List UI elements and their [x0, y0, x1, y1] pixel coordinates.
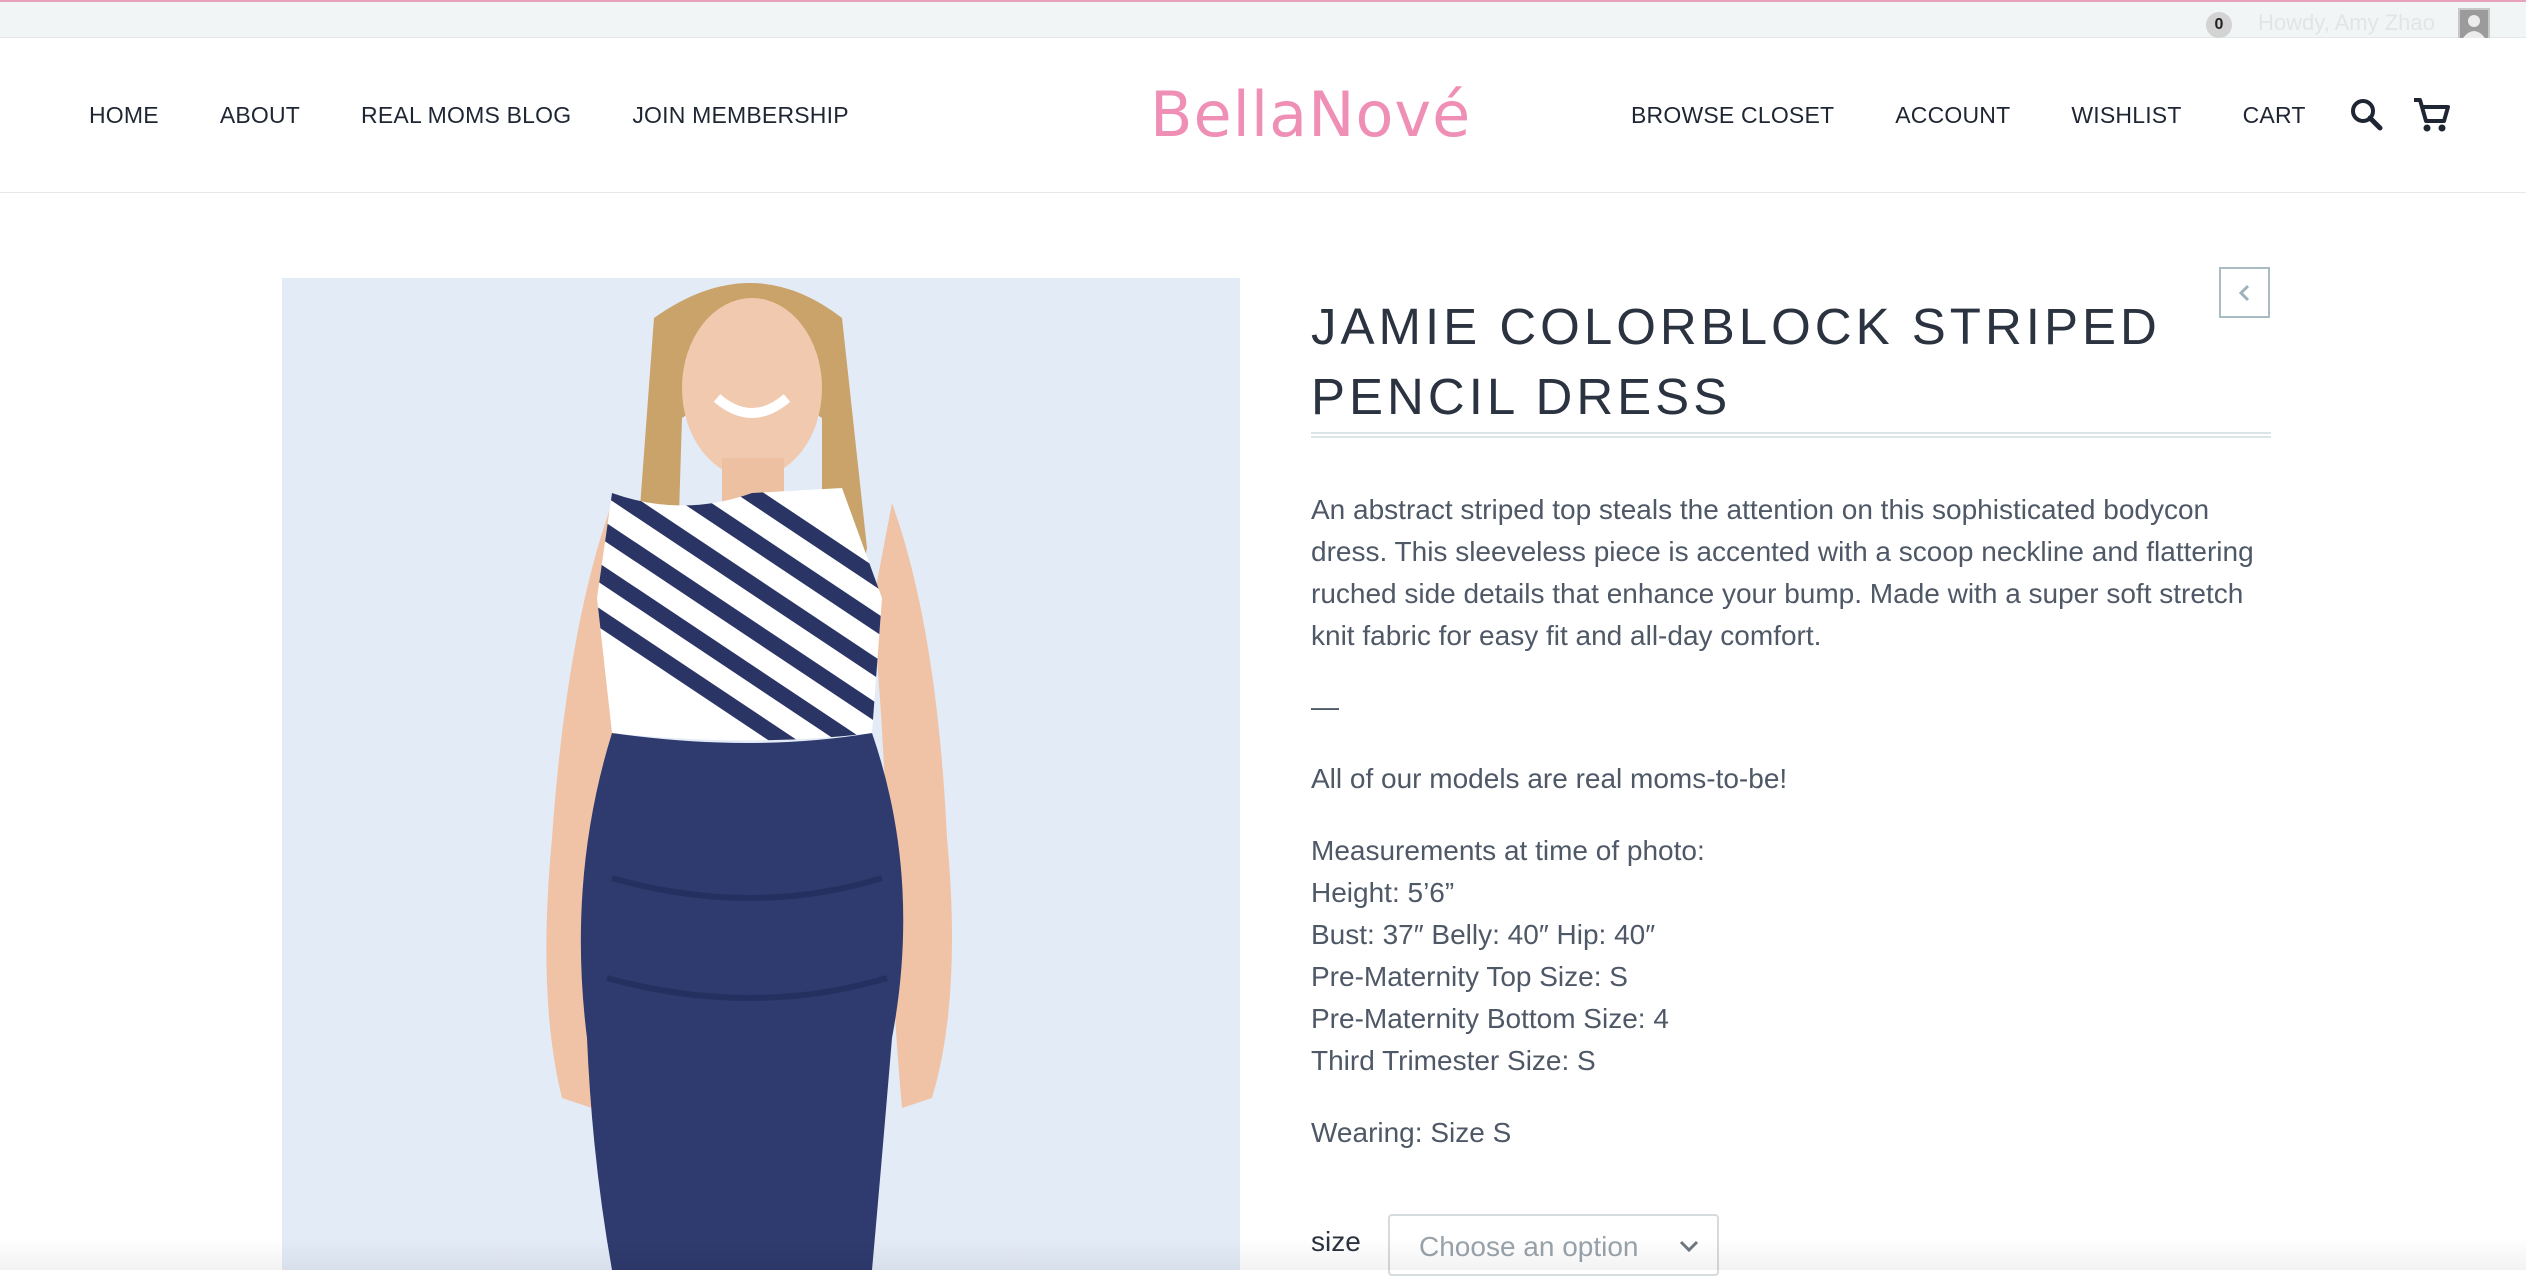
measurements-heading: Measurements at time of photo:: [1311, 835, 1705, 866]
site-header: HOME ABOUT REAL MOMS BLOG JOIN MEMBERSHI…: [0, 38, 2526, 193]
primary-nav-right: BROWSE CLOSET ACCOUNT WISHLIST CART: [1631, 38, 2367, 193]
measurement-trimester-size: Third Trimester Size: S: [1311, 1045, 1596, 1076]
product-title: JAMIE COLORBLOCK STRIPED PENCIL DRESS: [1311, 298, 2161, 426]
models-note: All of our models are real moms-to-be!: [1311, 763, 1788, 794]
separator-dash: —: [1311, 691, 1339, 722]
chevron-down-icon: [1679, 1240, 1699, 1253]
nav-cart[interactable]: CART: [2243, 102, 2306, 129]
measurements-block: Measurements at time of photo: Height: 5…: [1311, 830, 2271, 1082]
primary-nav-left: HOME ABOUT REAL MOMS BLOG JOIN MEMBERSHI…: [89, 38, 910, 193]
admin-bar: 0 Howdy, Amy Zhao: [0, 0, 2526, 40]
cart-icon[interactable]: [2411, 94, 2453, 136]
nav-join-membership[interactable]: JOIN MEMBERSHIP: [632, 102, 848, 129]
nav-browse-closet[interactable]: BROWSE CLOSET: [1631, 102, 1834, 129]
nav-account[interactable]: ACCOUNT: [1895, 102, 2010, 129]
site-logo[interactable]: BellaNové: [1150, 78, 1471, 151]
size-label: size: [1311, 1226, 1361, 1257]
admin-greeting[interactable]: Howdy, Amy Zhao: [2258, 10, 2435, 36]
measurement-bottom-size: Pre-Maternity Bottom Size: 4: [1311, 1003, 1669, 1034]
measurement-height: Height: 5’6”: [1311, 877, 1455, 908]
title-divider: [1311, 432, 2271, 438]
back-button[interactable]: [2219, 267, 2270, 318]
nav-real-moms-blog[interactable]: REAL MOMS BLOG: [361, 102, 571, 129]
cart-count-badge[interactable]: 0: [2206, 12, 2232, 38]
product-image[interactable]: [282, 278, 1240, 1270]
measurement-bust-belly-hip: Bust: 37″ Belly: 40″ Hip: 40″: [1311, 919, 1656, 950]
size-select-value: Choose an option: [1419, 1231, 1639, 1262]
product-description: An abstract striped top steals the atten…: [1311, 494, 2254, 651]
nav-home[interactable]: HOME: [89, 102, 159, 129]
nav-about[interactable]: ABOUT: [220, 102, 300, 129]
user-avatar-icon[interactable]: [2458, 8, 2490, 40]
measurement-top-size: Pre-Maternity Top Size: S: [1311, 961, 1628, 992]
chevron-left-icon: [2238, 284, 2249, 301]
wearing-size: Wearing: Size S: [1311, 1117, 1512, 1148]
search-icon[interactable]: [2346, 94, 2388, 136]
size-select[interactable]: Choose an option: [1388, 1214, 1719, 1276]
nav-wishlist[interactable]: WISHLIST: [2071, 102, 2181, 129]
